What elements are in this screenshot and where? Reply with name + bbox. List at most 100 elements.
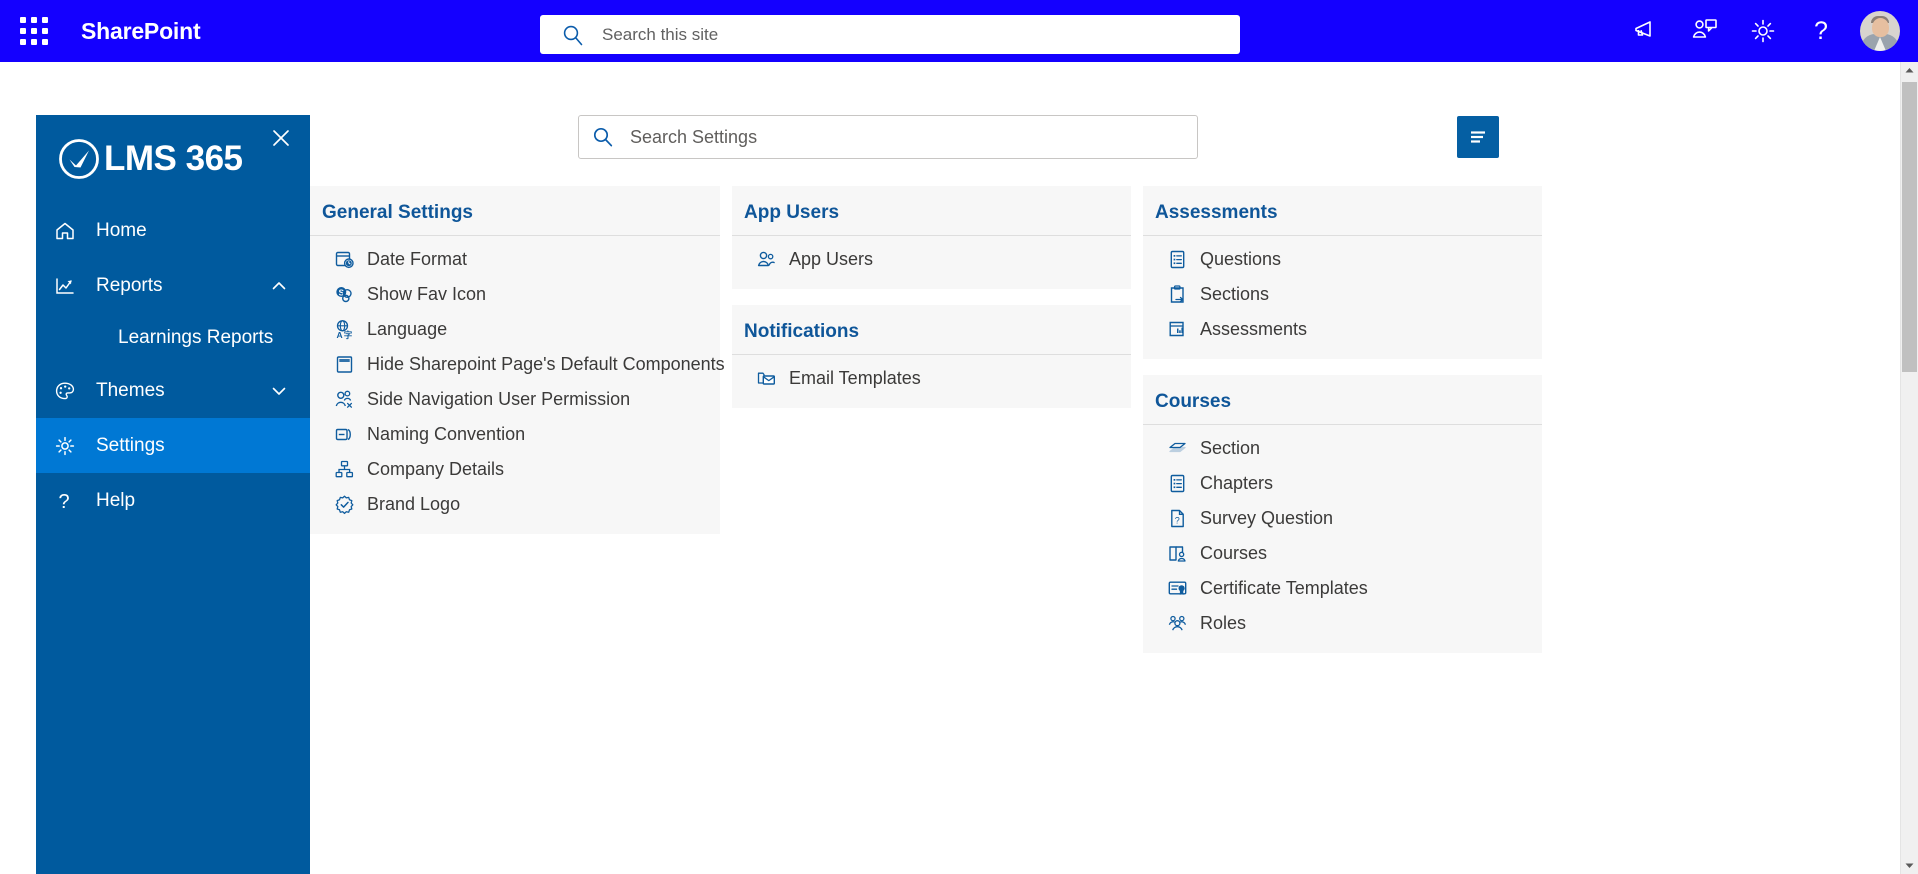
app-launcher-icon[interactable] (10, 7, 58, 55)
site-search-box[interactable] (540, 15, 1240, 54)
sharepoint-brand-label[interactable]: SharePoint (81, 18, 201, 45)
sidebar-item-help[interactable]: ? Help (36, 473, 310, 528)
sidebar-subitem-learnings-reports[interactable]: Learnings Reports (36, 313, 310, 363)
report-grid-icon (1165, 319, 1189, 340)
settings-item-label: Side Navigation User Permission (367, 389, 631, 409)
card-title: Courses (1143, 375, 1542, 425)
megaphone-icon[interactable] (1618, 0, 1676, 62)
settings-item-app-users[interactable]: App Users (732, 242, 1131, 277)
settings-search-input[interactable] (628, 125, 1172, 149)
settings-item-chapters[interactable]: Chapters (1143, 466, 1542, 501)
sharepoint-fav-icon: S (332, 284, 356, 305)
lms-check-circle-icon (56, 136, 102, 182)
sidebar-subitem-label: Learnings Reports (118, 327, 274, 348)
document-question-icon: ? (1165, 508, 1189, 529)
settings-item-survey-question[interactable]: ? Survey Question (1143, 501, 1542, 536)
settings-item-label: Company Details (367, 459, 505, 479)
calendar-clock-icon (332, 249, 356, 270)
settings-item-show-fav-icon[interactable]: S Show Fav Icon (310, 277, 720, 312)
globe-translate-icon: A 字 (332, 319, 356, 340)
book-person-icon (1165, 543, 1189, 564)
stack-layers-icon (1165, 438, 1189, 459)
settings-item-certificate-templates[interactable]: Certificate Templates (1143, 571, 1542, 606)
settings-item-label: Show Fav Icon (367, 284, 487, 304)
chevron-up-icon[interactable] (270, 277, 288, 295)
settings-item-company-details[interactable]: Company Details (310, 452, 720, 487)
settings-item-section[interactable]: Section (1143, 431, 1542, 466)
suite-bar-actions: ? (1618, 0, 1908, 62)
settings-item-label: Hide Sharepoint Page's Default Component… (367, 354, 725, 374)
sidebar-item-label: Themes (96, 379, 165, 401)
list-view-toggle-button[interactable] (1457, 116, 1499, 158)
settings-item-roles[interactable]: Roles (1143, 606, 1542, 641)
settings-item-side-navigation-user-permission[interactable]: Side Navigation User Permission (310, 382, 720, 417)
gear-icon[interactable] (1734, 0, 1792, 62)
card-title: General Settings (310, 186, 720, 236)
settings-item-label: Naming Convention (367, 424, 526, 444)
question-mark-icon: ? (54, 490, 84, 512)
chevron-down-icon[interactable] (270, 382, 288, 400)
card-assessments: Assessments Questions Sections Assessmen… (1143, 186, 1542, 359)
palette-icon (54, 380, 84, 402)
settings-item-courses[interactable]: Courses (1143, 536, 1542, 571)
settings-column-2: App Users App Users Notifications Email … (732, 186, 1131, 669)
settings-item-label: Section (1200, 438, 1261, 458)
help-icon[interactable]: ? (1792, 0, 1850, 62)
card-title: App Users (732, 186, 1131, 236)
settings-item-label: Date Format (367, 249, 468, 269)
settings-item-label: Language (367, 319, 448, 339)
sidebar-item-themes[interactable]: Themes (36, 363, 310, 418)
search-icon (562, 24, 584, 46)
trend-chart-icon (54, 275, 84, 297)
people-icon (754, 249, 778, 270)
lms-logo-text: LMS 365 (104, 139, 243, 178)
close-icon[interactable] (266, 123, 296, 153)
settings-item-label: Sections (1200, 284, 1270, 304)
sidebar-item-label: Home (96, 219, 147, 241)
settings-item-label: Certificate Templates (1200, 578, 1368, 598)
page-layout-icon (332, 354, 356, 375)
gear-icon (54, 435, 84, 457)
avatar[interactable] (1860, 11, 1900, 51)
settings-item-assessments[interactable]: Assessments (1143, 312, 1542, 347)
settings-item-hide-sharepoint-default-components[interactable]: Hide Sharepoint Page's Default Component… (310, 347, 725, 382)
svg-text:A: A (336, 330, 342, 340)
card-items: Questions Sections Assessments (1143, 236, 1542, 359)
card-title: Assessments (1143, 186, 1542, 236)
home-icon (54, 220, 84, 242)
list-bullet-icon (1165, 249, 1189, 270)
scroll-up-arrow-icon[interactable] (1901, 62, 1918, 79)
email-template-icon (754, 368, 778, 389)
settings-item-label: Questions (1200, 249, 1282, 269)
site-search-input[interactable] (600, 23, 1204, 46)
settings-item-language[interactable]: A 字 Language (310, 312, 720, 347)
settings-item-date-format[interactable]: Date Format (310, 242, 720, 277)
naming-tag-icon (332, 424, 356, 445)
settings-item-label: Chapters (1200, 473, 1274, 493)
card-items: Date Format S Show Fav Icon A 字 Language… (310, 236, 725, 534)
card-items: Section Chapters ? Survey Question Cours… (1143, 425, 1542, 653)
card-title: Notifications (732, 305, 1131, 355)
sidebar-item-home[interactable]: Home (36, 203, 310, 258)
vertical-scrollbar[interactable] (1900, 62, 1918, 874)
sidebar-item-settings[interactable]: Settings (36, 418, 310, 473)
scrollbar-thumb[interactable] (1902, 82, 1917, 372)
sidebar-item-label: Reports (96, 274, 163, 296)
chat-person-icon[interactable] (1676, 0, 1734, 62)
settings-item-sections[interactable]: Sections (1143, 277, 1542, 312)
sidebar-item-reports[interactable]: Reports (36, 258, 310, 313)
settings-item-brand-logo[interactable]: Brand Logo (310, 487, 720, 522)
settings-search-box[interactable] (578, 115, 1198, 159)
sidebar-item-label: Help (96, 489, 136, 511)
scroll-down-arrow-icon[interactable] (1901, 857, 1918, 874)
settings-item-questions[interactable]: Questions (1143, 242, 1542, 277)
settings-item-naming-convention[interactable]: Naming Convention (310, 417, 720, 452)
sharepoint-suite-bar: SharePoint Search this site ? (0, 0, 1918, 62)
settings-item-email-templates[interactable]: Email Templates (732, 361, 1131, 396)
card-items: App Users (732, 236, 1131, 289)
settings-item-label: Email Templates (789, 368, 921, 388)
svg-text:?: ? (58, 491, 69, 512)
settings-column-3: Assessments Questions Sections Assessmen… (1143, 186, 1542, 669)
settings-item-label: Roles (1200, 613, 1247, 633)
clipboard-arrow-icon (1165, 284, 1189, 305)
